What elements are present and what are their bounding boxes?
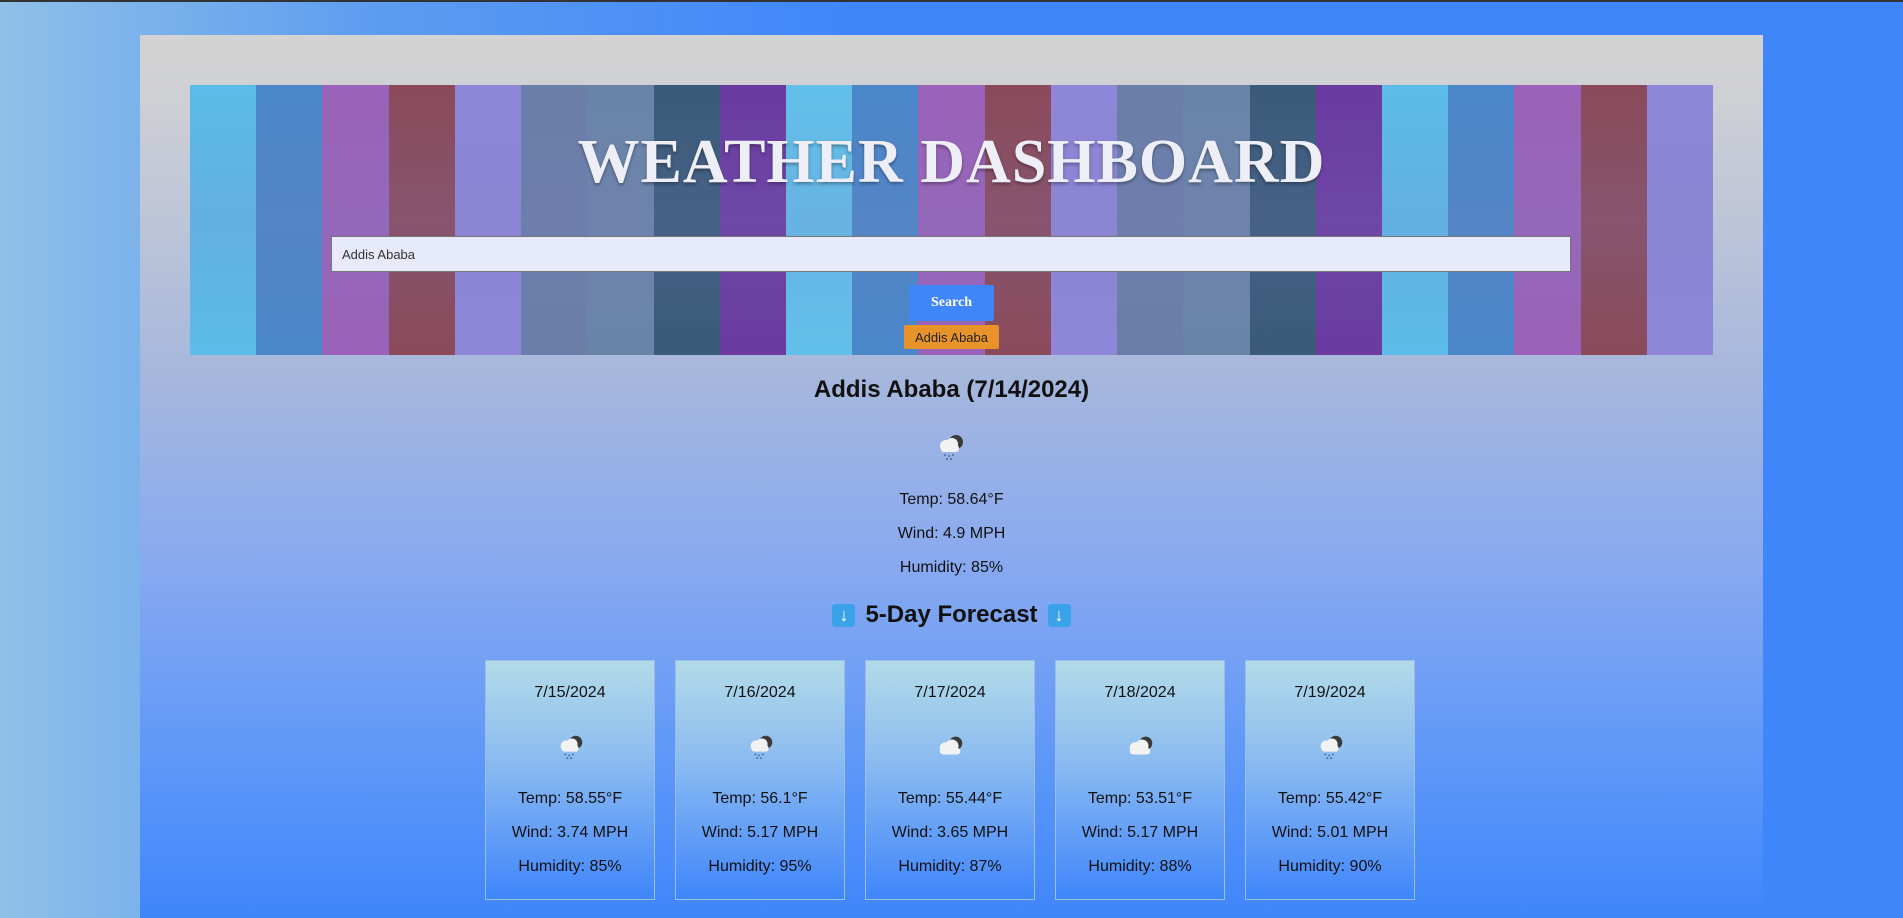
search-button[interactable]: Search	[909, 285, 994, 321]
header-banner: WEATHER DASHBOARD Search Addis Ababa	[190, 85, 1713, 355]
forecast-date: 7/18/2024	[1104, 684, 1176, 701]
banner-strip	[1514, 85, 1581, 355]
forecast-humidity: Humidity: 90%	[1278, 858, 1382, 875]
banner-strip	[1381, 85, 1449, 355]
banner-strip	[1183, 85, 1250, 355]
forecast-card: 7/17/2024 Temp: 55.44°F Wind: 3.65 MPH Humi…	[865, 660, 1035, 900]
forecast-wind: Wind: 3.65 MPH	[891, 824, 1009, 841]
banner-strip	[322, 85, 389, 355]
rain-cloud-icon	[1320, 735, 1343, 760]
forecast-humidity: Humidity: 85%	[518, 858, 622, 875]
banner-strip	[1448, 85, 1515, 355]
forecast-cards: 7/15/2024 Temp: 58.55°F Wind: 3.74 MPH Humi…	[485, 660, 1420, 900]
forecast-humidity: Humidity: 87%	[898, 858, 1002, 875]
banner-strip	[587, 85, 654, 355]
dashboard-container: WEATHER DASHBOARD Search Addis Ababa Add…	[140, 35, 1763, 918]
current-city-title: Addis Ababa (7/14/2024)	[813, 376, 1090, 403]
history-button-addis-ababa[interactable]: Addis Ababa	[904, 325, 999, 349]
banner-strip	[1117, 85, 1184, 355]
forecast-wind: Wind: 3.74 MPH	[511, 824, 629, 841]
forecast-wind: Wind: 5.17 MPH	[701, 824, 819, 841]
forecast-card: 7/18/2024 Temp: 53.51°F Wind: 5.17 MPH Humi…	[1055, 660, 1225, 900]
forecast-temp: Temp: 53.51°F	[1087, 790, 1193, 807]
forecast-heading: ↓ 5-Day Forecast ↓	[140, 600, 1763, 630]
forecast-temp: Temp: 56.1°F	[712, 790, 808, 807]
banner-strip	[256, 85, 323, 355]
rain-cloud-icon	[560, 735, 583, 760]
current-humidity: Humidity: 85%	[899, 559, 1004, 576]
forecast-temp: Temp: 58.55°F	[517, 790, 623, 807]
forecast-title: 5-Day Forecast	[865, 601, 1038, 628]
down-arrow-icon: ↓	[832, 603, 856, 627]
banner-strip	[653, 85, 720, 355]
window-top-border	[0, 0, 1903, 2]
clouds-icon	[939, 736, 963, 755]
forecast-date: 7/17/2024	[914, 684, 986, 701]
banner-strip	[1315, 85, 1382, 355]
forecast-date: 7/15/2024	[534, 684, 606, 701]
banner-strip	[785, 85, 853, 355]
banner-strip	[454, 85, 522, 355]
forecast-wind: Wind: 5.17 MPH	[1081, 824, 1199, 841]
banner-strip	[1580, 85, 1647, 355]
banner-strip	[719, 85, 786, 355]
forecast-temp: Temp: 55.42°F	[1277, 790, 1383, 807]
banner-strip	[1646, 85, 1713, 355]
page-title: WEATHER DASHBOARD	[577, 128, 1326, 196]
current-weather: Addis Ababa (7/14/2024)	[140, 375, 1763, 405]
down-arrow-icon: ↓	[1047, 603, 1071, 627]
banner-strip	[1249, 85, 1316, 355]
current-temp: Temp: 58.64°F	[899, 491, 1004, 508]
banner-strip	[521, 85, 588, 355]
banner-strip	[1050, 85, 1118, 355]
rain-cloud-icon	[750, 735, 773, 760]
forecast-humidity: Humidity: 88%	[1088, 858, 1192, 875]
rain-cloud-icon	[940, 435, 963, 460]
forecast-wind: Wind: 5.01 MPH	[1271, 824, 1389, 841]
forecast-card: 7/19/2024 Temp: 55.42°F Wind: 5.01 MPH Humi…	[1245, 660, 1415, 900]
forecast-humidity: Humidity: 95%	[708, 858, 812, 875]
clouds-icon	[1129, 736, 1153, 755]
banner-strip	[190, 85, 257, 355]
current-wind: Wind: 4.9 MPH	[897, 525, 1006, 542]
banner-strip	[984, 85, 1051, 355]
city-search-input[interactable]	[331, 236, 1571, 272]
forecast-temp: Temp: 55.44°F	[897, 790, 1003, 807]
forecast-date: 7/19/2024	[1294, 684, 1366, 701]
forecast-date: 7/16/2024	[724, 684, 796, 701]
forecast-card: 7/15/2024 Temp: 58.55°F Wind: 3.74 MPH Humi…	[485, 660, 655, 900]
forecast-card: 7/16/2024 Temp: 56.1°F Wind: 5.17 MPH Humid…	[675, 660, 845, 900]
banner-strip	[388, 85, 455, 355]
